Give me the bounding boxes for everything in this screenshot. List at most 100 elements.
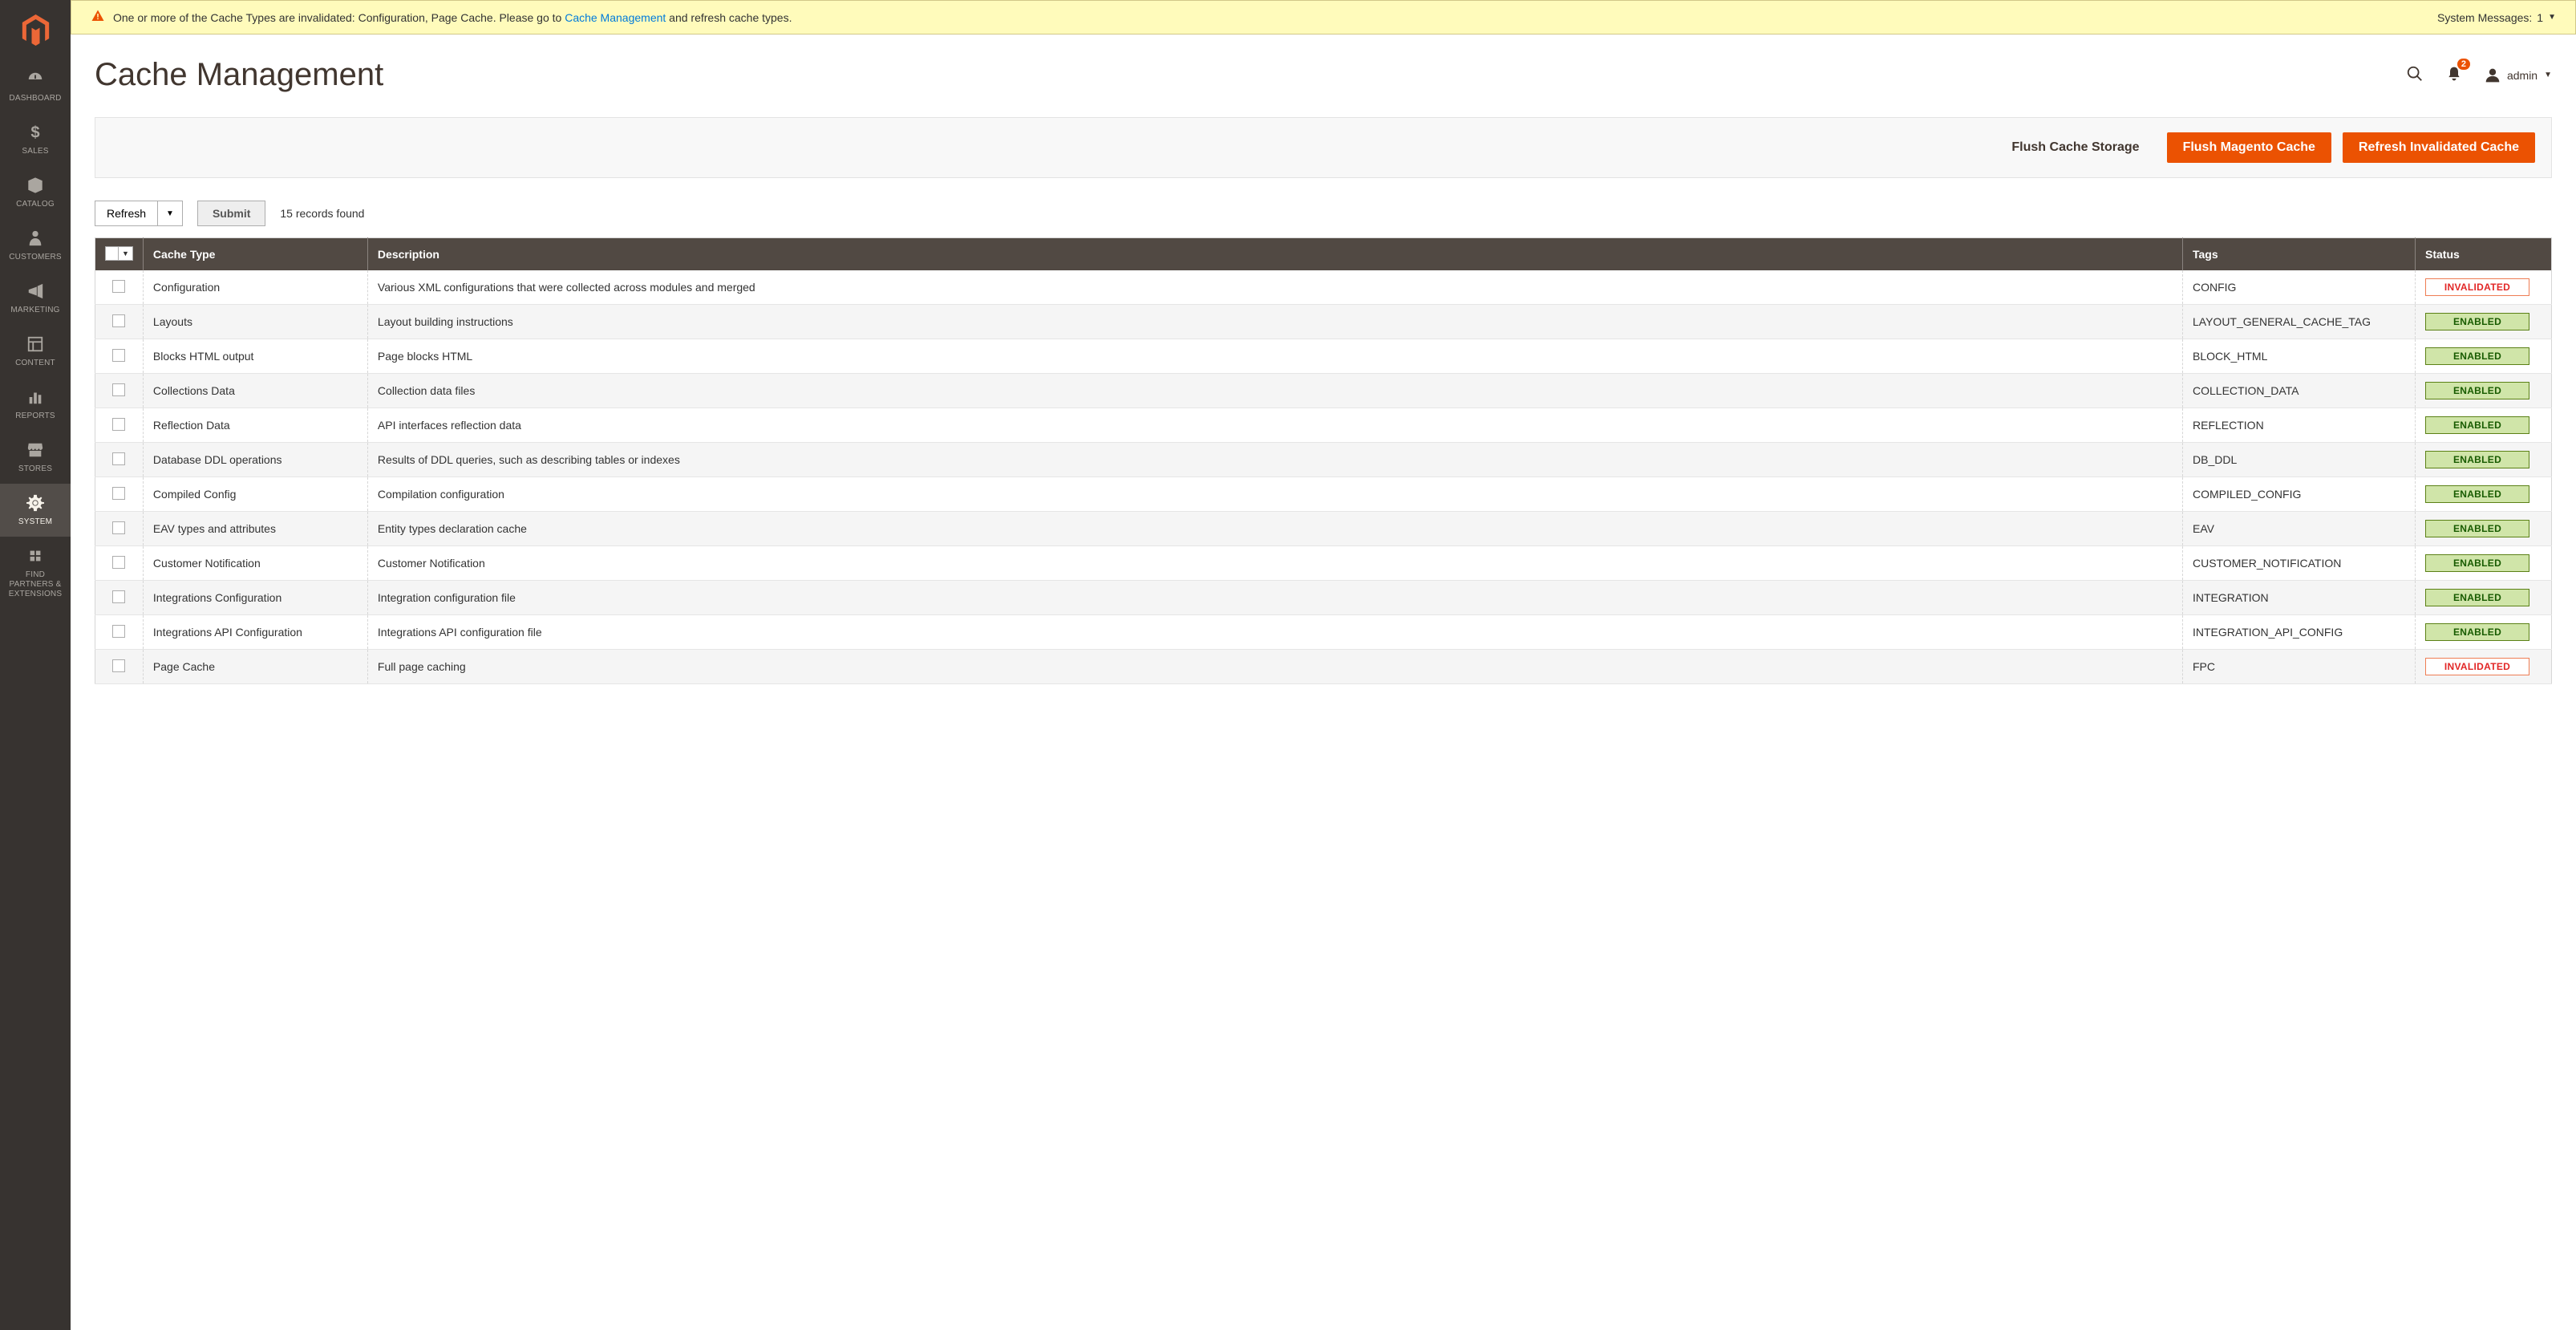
table-row: Collections DataCollection data filesCOL… [95,374,2552,408]
table-row: LayoutsLayout building instructionsLAYOU… [95,305,2552,339]
row-checkbox[interactable] [112,590,125,603]
cell-description: API interfaces reflection data [367,408,2182,443]
cell-status: ENABLED [2416,581,2552,615]
table-row: Page CacheFull page cachingFPCINVALIDATE… [95,650,2552,684]
row-checkbox[interactable] [112,487,125,500]
nav-label: SALES [22,147,48,156]
nav-content[interactable]: CONTENT [0,325,71,378]
cell-cache-type: Collections Data [143,374,367,408]
row-checkbox[interactable] [112,314,125,327]
status-badge: INVALIDATED [2425,278,2529,296]
nav-customers[interactable]: CUSTOMERS [0,219,71,272]
cell-status: INVALIDATED [2416,650,2552,684]
nav-find-partners-extensions[interactable]: FIND PARTNERS & EXTENSIONS [0,537,71,609]
row-checkbox-cell [95,408,144,443]
cache-grid: ▼ Cache Type Description Tags Status Con… [95,237,2552,684]
refresh-invalidated-cache-button[interactable]: Refresh Invalidated Cache [2343,132,2535,163]
row-checkbox-cell [95,443,144,477]
col-header-status[interactable]: Status [2416,238,2552,271]
nav-label: CONTENT [15,359,55,368]
row-checkbox[interactable] [112,349,125,362]
nav-stores[interactable]: STORES [0,431,71,484]
status-badge: ENABLED [2425,485,2529,503]
row-checkbox[interactable] [112,280,125,293]
select-all-header: ▼ [95,238,144,271]
flush-magento-cache-button[interactable]: Flush Magento Cache [2167,132,2331,163]
nav-reports[interactable]: REPORTS [0,378,71,431]
content-icon [26,335,44,354]
flush-cache-storage-button[interactable]: Flush Cache Storage [1995,132,2155,163]
nav-label: FIND PARTNERS & EXTENSIONS [3,570,67,599]
row-checkbox[interactable] [112,556,125,569]
col-header-description[interactable]: Description [367,238,2182,271]
nav-system[interactable]: SYSTEM [0,484,71,537]
cell-tags: CONFIG [2183,270,2416,305]
cell-tags: BLOCK_HTML [2183,339,2416,374]
cell-tags: DB_DDL [2183,443,2416,477]
cache-management-link[interactable]: Cache Management [565,11,666,24]
row-checkbox[interactable] [112,521,125,534]
nav-dashboard[interactable]: DASHBOARD [0,60,71,113]
grid-toolbar: Refresh ▼ Submit 15 records found [95,201,2552,226]
row-checkbox[interactable] [112,659,125,672]
row-checkbox[interactable] [112,418,125,431]
notifications-button[interactable]: 2 [2446,65,2462,85]
table-row: Integrations API ConfigurationIntegratio… [95,615,2552,650]
status-badge: INVALIDATED [2425,658,2529,675]
cell-tags: CUSTOMER_NOTIFICATION [2183,546,2416,581]
table-row: Customer NotificationCustomer Notificati… [95,546,2552,581]
row-checkbox[interactable] [112,625,125,638]
select-all-toggle[interactable]: ▼ [105,246,133,261]
nav-catalog[interactable]: CATALOG [0,166,71,219]
chevron-down-icon: ▼ [2544,71,2552,79]
cell-description: Page blocks HTML [367,339,2182,374]
admin-user-menu[interactable]: admin ▼ [2485,67,2552,83]
marketing-icon [26,282,44,301]
cell-description: Integrations API configuration file [367,615,2182,650]
row-checkbox-cell [95,305,144,339]
cell-cache-type: Compiled Config [143,477,367,512]
mass-action-select[interactable]: Refresh [95,201,158,226]
system-messages-toggle[interactable]: System Messages: 1 ▼ [2437,11,2556,24]
col-header-tags[interactable]: Tags [2183,238,2416,271]
row-checkbox-cell [95,477,144,512]
cell-cache-type: Page Cache [143,650,367,684]
search-icon [2406,65,2424,83]
cell-description: Results of DDL queries, such as describi… [367,443,2182,477]
nav-label: CUSTOMERS [9,253,62,262]
cell-tags: EAV [2183,512,2416,546]
table-row: ConfigurationVarious XML configurations … [95,270,2552,305]
select-all-checkbox[interactable] [106,247,119,260]
nav-label: CATALOG [16,200,55,209]
search-button[interactable] [2406,65,2424,85]
cell-description: Entity types declaration cache [367,512,2182,546]
submit-button[interactable]: Submit [197,201,265,226]
reports-icon [26,387,44,407]
row-checkbox-cell [95,546,144,581]
status-badge: ENABLED [2425,382,2529,399]
customers-icon [26,229,44,248]
cell-status: ENABLED [2416,408,2552,443]
cell-status: INVALIDATED [2416,270,2552,305]
magento-logo[interactable] [0,0,71,60]
row-checkbox[interactable] [112,452,125,465]
mass-action-dropdown-toggle[interactable]: ▼ [158,201,183,226]
cell-tags: COMPILED_CONFIG [2183,477,2416,512]
cell-cache-type: Integrations API Configuration [143,615,367,650]
col-header-cache-type[interactable]: Cache Type [143,238,367,271]
table-row: Blocks HTML outputPage blocks HTMLBLOCK_… [95,339,2552,374]
status-badge: ENABLED [2425,313,2529,330]
row-checkbox[interactable] [112,383,125,396]
sidebar: DASHBOARD $ SALES CATALOG CUSTOMERS MARKETING… [0,0,71,1330]
cell-description: Collection data files [367,374,2182,408]
nav-marketing[interactable]: MARKETING [0,272,71,325]
cell-description: Various XML configurations that were col… [367,270,2182,305]
cell-cache-type: EAV types and attributes [143,512,367,546]
nav-sales[interactable]: $ SALES [0,113,71,166]
warning-icon [91,9,105,26]
svg-text:$: $ [30,124,39,141]
nav-label: DASHBOARD [9,94,61,103]
cell-status: ENABLED [2416,477,2552,512]
cell-description: Integration configuration file [367,581,2182,615]
cell-status: ENABLED [2416,512,2552,546]
